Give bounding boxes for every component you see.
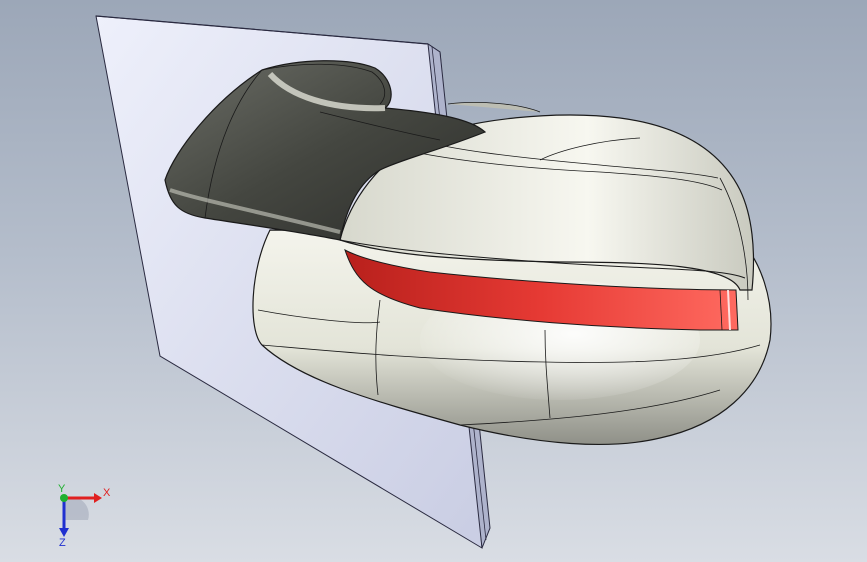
coordinate-triad bbox=[59, 493, 102, 537]
triad-y-label: Y bbox=[58, 483, 66, 495]
model-canvas[interactable] bbox=[0, 0, 867, 562]
3d-viewport[interactable]: X Y Z bbox=[0, 0, 867, 562]
triad-x-label: X bbox=[103, 487, 111, 499]
triad-z-label: Z bbox=[59, 537, 66, 549]
